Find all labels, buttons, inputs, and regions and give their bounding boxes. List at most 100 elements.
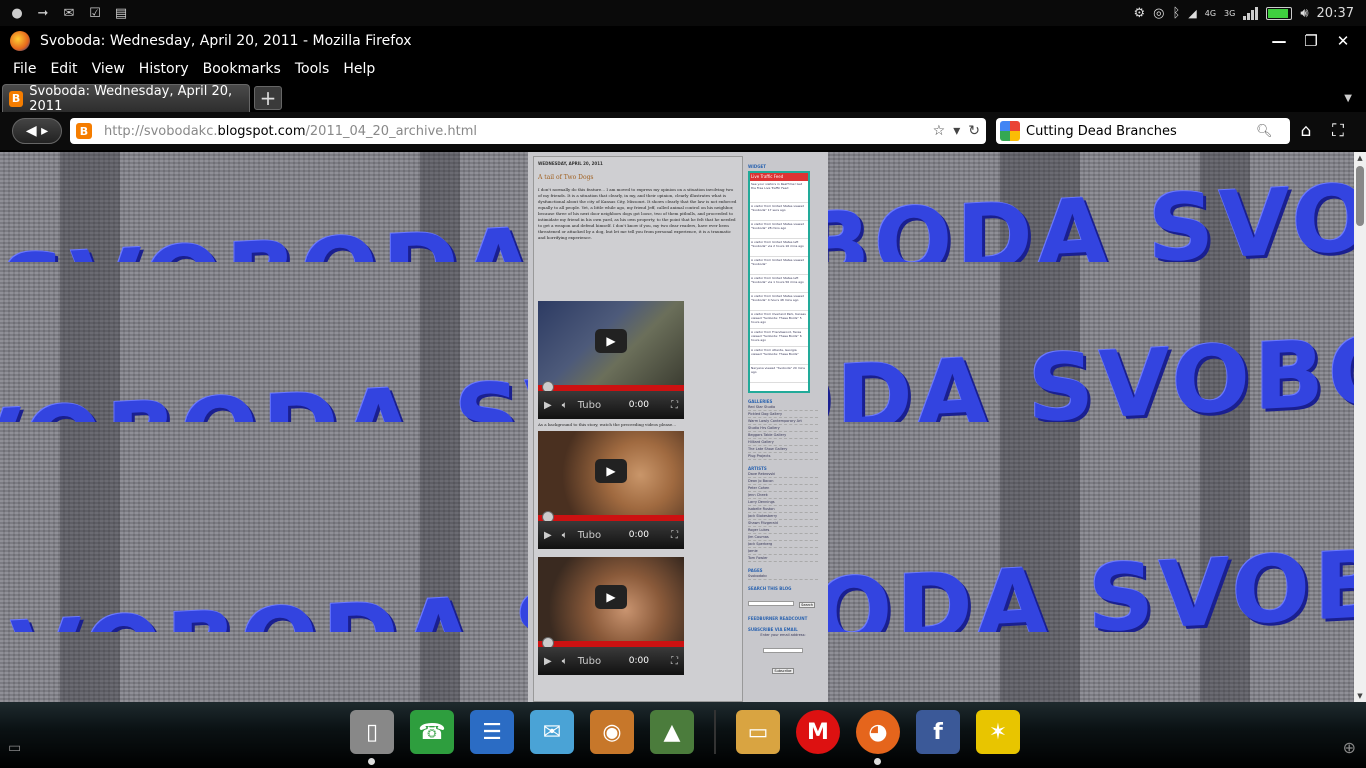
feed-entry[interactable]: A visitor from Atlanta, Georgia viewed "… [750,347,808,365]
feed-entry[interactable]: A visitor from United States viewed "Svo… [750,221,808,239]
artist-link[interactable]: Shawn Fitzgerald [748,520,818,527]
menu-view[interactable]: View [87,59,130,79]
search-icon[interactable]: 🔍︎ [1256,124,1273,139]
facebook-icon[interactable]: f [916,710,960,754]
gallery-link[interactable]: The Late Show Gallery [748,446,818,453]
blog-search-input[interactable] [748,601,794,606]
gallery-icon[interactable]: ▲ [650,710,694,754]
artist-link[interactable]: Roger Lukes [748,527,818,534]
url-text[interactable]: http://svobodakc.blogspot.com/2011_04_20… [104,124,477,139]
feed-entry[interactable]: A visitor from United States viewed "Svo… [750,293,808,311]
tab-svoboda[interactable]: B Svoboda: Wednesday, April 20, 2011 [2,84,250,114]
play-button-icon[interactable]: ▶ [595,459,627,483]
play-button-icon[interactable]: ▶ [595,329,627,353]
blog-search-button[interactable]: Search [799,602,816,608]
volume-icon[interactable]: 🔊︎ [1300,6,1308,21]
usb-icon[interactable]: ➞ [34,5,52,21]
fullscreen-icon[interactable]: ⛶ [671,530,678,541]
app-drawer-icon[interactable]: ▭ [8,740,21,756]
video-player[interactable]: ▶ ▶ 🔈︎ Tubo 0:00 ⛶ [538,557,684,675]
volume-icon[interactable]: 🔈︎ [562,656,568,667]
clipboard-icon[interactable]: ☑ [86,5,104,21]
artist-link[interactable]: Jack Sperberg [748,541,818,548]
gallery-link[interactable]: Red Star Studio [748,404,818,411]
phone-app-icon[interactable]: ▯ [350,710,394,765]
live-traffic-feed[interactable]: Live Traffic Feed See your visitors in R… [748,171,810,393]
artist-link[interactable]: Dave Rebrovski [748,471,818,478]
page-link[interactable]: Svobodakc [748,573,818,580]
menu-help[interactable]: Help [338,59,380,79]
motorola-icon[interactable]: M [796,710,840,754]
feed-entry[interactable]: A visitor from Friendswood, Texas viewed… [750,329,808,347]
fullscreen-icon[interactable]: ⛶ [671,656,678,667]
menu-history[interactable]: History [134,59,194,79]
artist-link[interactable]: Tom Fowler [748,555,818,562]
play-icon[interactable]: ▶ [544,530,552,541]
fullscreen-icon[interactable]: ⛶ [1322,118,1354,144]
feed-entry[interactable]: Naryana viewed "Svoboda" 20 mins ago [750,365,808,383]
settings-icon[interactable]: ⚙ [1133,6,1145,21]
fullscreen-icon[interactable]: ⛶ [671,400,678,411]
email-icon[interactable]: ✉ [530,710,574,754]
play-icon[interactable]: ▶ [544,400,552,411]
music-icon[interactable]: ◉ [590,710,634,754]
email-input[interactable] [763,648,803,653]
google-search-engine-icon[interactable] [1000,121,1020,141]
menu-tools[interactable]: Tools [290,59,335,79]
artist-link[interactable]: Jim Coumas [748,534,818,541]
video-player[interactable]: ▶ ▶ 🔈︎ Tubo 0:00 ⛶ [538,431,684,549]
site-identity-icon[interactable]: B [76,123,92,139]
feed-entry[interactable]: A visitor from United States viewed "Svo… [750,203,808,221]
menu-file[interactable]: File [8,59,41,79]
history-dropdown-icon[interactable]: ▾ [953,123,960,139]
sprint-icon[interactable]: ✶ [976,710,1020,754]
gallery-link[interactable]: Beggars Table Gallery [748,432,818,439]
volume-icon[interactable]: 🔈︎ [562,400,568,411]
gallery-link[interactable]: Warm Lowly Contemporary Art [748,418,818,425]
feed-entry[interactable]: A visitor from Overland Park, Kansas vie… [750,311,808,329]
play-icon[interactable]: ▶ [544,656,552,667]
minimize-button[interactable]: — [1264,30,1294,52]
video-player[interactable]: ▶ ▶ 🔈︎ Tubo 0:00 ⛶ [538,301,684,419]
dialer-icon[interactable]: ☎ [410,710,454,754]
add-icon[interactable]: ⊕ [1343,738,1356,757]
bookmark-star-icon[interactable]: ☆ [933,123,946,139]
firefox-icon[interactable]: ◕ [856,710,900,765]
artist-link[interactable]: Peter Cohen [748,485,818,492]
scroll-down-icon[interactable]: ▼ [1354,690,1366,702]
gallery-link[interactable]: Studio Hrs Gallery [748,425,818,432]
feed-entry[interactable]: A visitor from United States viewed "Svo… [750,257,808,275]
reload-icon[interactable]: ↻ [968,123,980,139]
mail-icon[interactable]: ✉ [60,5,78,21]
artist-link[interactable]: Isabelle Ruston [748,506,818,513]
new-tab-button[interactable]: + [254,86,282,110]
url-bar[interactable]: B http://svobodakc.blogspot.com/2011_04_… [70,118,986,144]
back-button[interactable]: ◀ ▸ [12,118,62,144]
close-button[interactable]: ✕ [1328,30,1358,52]
sd-card-icon[interactable]: ▤ [112,5,130,21]
gallery-link[interactable]: Hilliard Gallery [748,439,818,446]
scroll-up-icon[interactable]: ▲ [1354,152,1366,164]
home-icon[interactable]: ⌂ [1290,118,1322,144]
gallery-link[interactable]: Pickled Dog Gallery [748,411,818,418]
feed-entry[interactable]: A visitor from United States left "Svobo… [750,239,808,257]
vertical-scrollbar[interactable]: ▲ ▼ [1354,152,1366,702]
files-icon[interactable]: ▭ [736,710,780,754]
camera-icon[interactable]: ● [8,5,26,21]
menu-bookmarks[interactable]: Bookmarks [198,59,286,79]
scroll-thumb[interactable] [1356,166,1364,226]
artist-link[interactable]: Dean Jo Bacon [748,478,818,485]
menu-edit[interactable]: Edit [45,59,82,79]
maximize-button[interactable]: ❐ [1296,30,1326,52]
artist-link[interactable]: Jenn Cheek [748,492,818,499]
subscribe-button[interactable]: Subscribe [772,668,794,674]
volume-icon[interactable]: 🔈︎ [562,530,568,541]
artist-link[interactable]: Jack Stokesberry [748,513,818,520]
contacts-icon[interactable]: ☰ [470,710,514,754]
gallery-link[interactable]: Plug Projects [748,453,818,460]
artist-link[interactable]: Larry Dennings [748,499,818,506]
post-title[interactable]: A tail of Two Dogs [538,174,738,181]
tab-list-chevron-icon[interactable]: ▼ [1344,93,1352,104]
artist-link[interactable]: Jamie [748,548,818,555]
play-button-icon[interactable]: ▶ [595,585,627,609]
